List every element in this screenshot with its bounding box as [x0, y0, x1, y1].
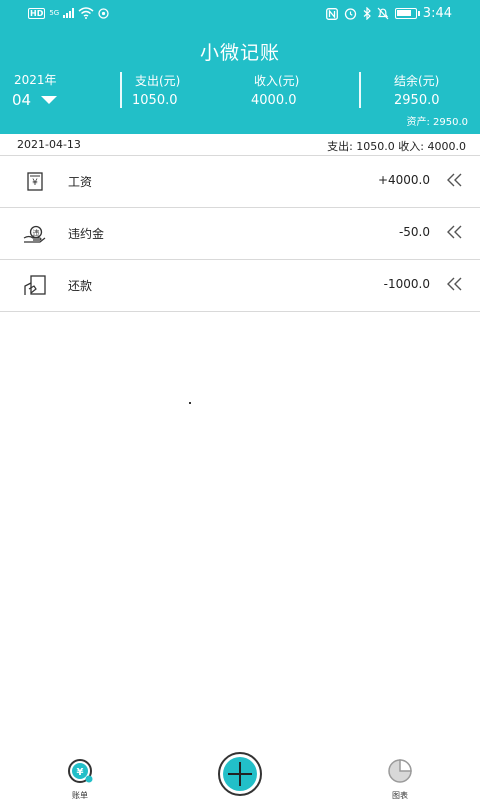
- signal-icon: [63, 8, 75, 18]
- svg-text:¥: ¥: [32, 178, 38, 188]
- nav-bills[interactable]: ¥ 账单: [60, 758, 100, 800]
- record-amount: +4000.0: [377, 173, 430, 187]
- plus-icon[interactable]: [216, 752, 264, 796]
- alarm-icon: [344, 8, 356, 20]
- app-title: 小微记账: [199, 42, 280, 64]
- list-item[interactable]: 还款 -1000.0: [0, 260, 480, 312]
- mute-icon: [377, 7, 389, 20]
- salary-icon: ¥: [27, 172, 43, 191]
- penalty-icon: 违: [23, 225, 46, 243]
- balance-value: 2950.0: [394, 93, 440, 108]
- svg-text:¥: ¥: [77, 767, 84, 778]
- day-summary: 支出: 1050.0 收入: 4000.0: [327, 140, 466, 153]
- app-header: HD 5G 3:44 小微记账 2021年 04 支出(元) 1050.0 收入…: [0, 0, 480, 134]
- expense-value: 1050.0: [132, 93, 178, 108]
- bottom-nav: ¥ 账单 图表: [0, 752, 480, 800]
- wifi-icon: [78, 7, 94, 19]
- status-bar: HD 5G 3:44: [0, 0, 480, 28]
- income-value: 4000.0: [251, 93, 297, 108]
- record-amount: -50.0: [398, 225, 430, 239]
- dropdown-arrow-icon: [41, 96, 58, 104]
- balance-label: 结余(元): [394, 74, 440, 88]
- month-value: 04: [12, 91, 32, 109]
- list-item[interactable]: 违 违约金 -50.0: [0, 208, 480, 260]
- bills-icon: ¥: [68, 759, 93, 783]
- record-date: 2021-04-13: [17, 138, 81, 151]
- divider: [359, 72, 361, 108]
- nfc-icon: [325, 7, 338, 20]
- bluetooth-icon: [363, 7, 371, 20]
- stray-dot: [189, 402, 191, 404]
- nav-bills-label: 账单: [72, 791, 88, 800]
- clock: 3:44: [422, 6, 452, 21]
- asset-total: 资产: 2950.0: [406, 117, 468, 128]
- record-amount: -1000.0: [383, 277, 430, 291]
- nav-chart[interactable]: 图表: [380, 758, 420, 800]
- double-chevron-left-icon[interactable]: [446, 277, 464, 291]
- record-name: 违约金: [68, 227, 105, 241]
- double-chevron-left-icon[interactable]: [446, 225, 464, 239]
- year-label[interactable]: 2021年: [14, 71, 57, 88]
- record-name: 工资: [68, 175, 93, 189]
- repayment-icon: [24, 275, 46, 295]
- record-name: 还款: [68, 279, 93, 293]
- hd-indicator: HD: [28, 7, 46, 19]
- income-label: 收入(元): [254, 74, 300, 88]
- nav-chart-label: 图表: [392, 791, 408, 800]
- month-selector[interactable]: 04: [12, 91, 58, 109]
- list-item[interactable]: ¥ 工资 +4000.0: [0, 156, 480, 208]
- network-type: 5G: [49, 9, 60, 17]
- date-header: 2021-04-13 支出: 1050.0 收入: 4000.0: [0, 134, 480, 156]
- pie-chart-icon: [388, 759, 412, 783]
- expense-label: 支出(元): [135, 74, 181, 88]
- data-saver-icon: [98, 7, 109, 19]
- divider: [120, 72, 122, 108]
- svg-text:违: 违: [33, 229, 40, 237]
- battery-icon: [394, 8, 420, 19]
- double-chevron-left-icon[interactable]: [446, 173, 464, 187]
